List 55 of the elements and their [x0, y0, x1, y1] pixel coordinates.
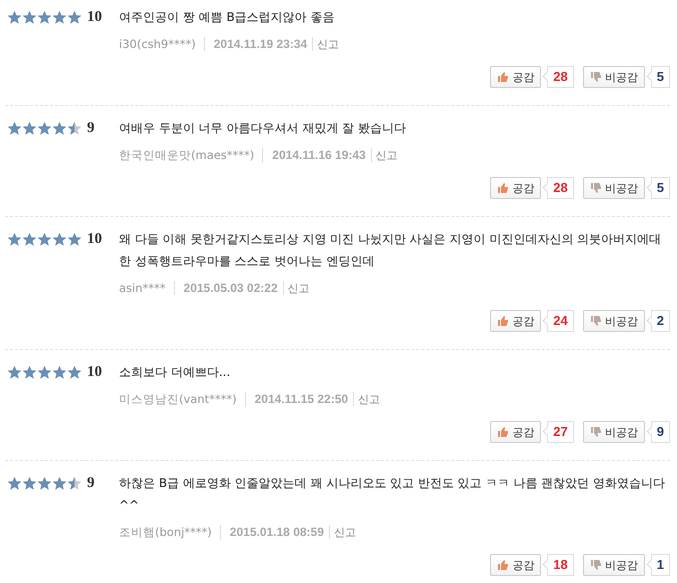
report-link[interactable]: 신고: [284, 280, 310, 296]
like-count: 28: [541, 177, 574, 199]
author-name: 한국인매운맛(maes****): [119, 148, 264, 162]
review-date: 2014.11.15 22:50: [246, 392, 354, 406]
like-button[interactable]: 공감: [490, 66, 542, 88]
thumbs-down-icon: [590, 426, 602, 438]
dislike-button[interactable]: 비공감: [582, 310, 645, 332]
thumbs-up-icon: [497, 426, 510, 438]
thumbs-up-icon: [497, 315, 510, 327]
report-link[interactable]: 신고: [354, 392, 380, 406]
report-link[interactable]: 신고: [313, 36, 340, 52]
like-button[interactable]: 공감: [490, 177, 542, 199]
review-date: 2014.11.16 19:43: [263, 148, 372, 162]
like-count: 18: [541, 554, 574, 576]
dislike-button[interactable]: 비공감: [582, 66, 645, 88]
score: 9: [87, 474, 94, 492]
thumbs-up-icon: [497, 71, 510, 83]
dislike-button[interactable]: 비공감: [582, 177, 645, 199]
thumbs-up-icon: [497, 182, 510, 194]
review-date: 2014.11.19 23:34: [204, 37, 314, 51]
thumbs-down-icon: [590, 182, 602, 194]
dislike-count: 2: [644, 310, 670, 332]
dislike-count: 5: [644, 66, 670, 88]
like-button[interactable]: 공감: [490, 310, 542, 332]
dislike-count: 5: [644, 177, 670, 199]
like-count: 27: [541, 421, 574, 443]
like-button[interactable]: 공감: [490, 421, 542, 443]
thumbs-up-icon: [497, 559, 510, 571]
review-text: 여주인공이 짱 예쁨 B급스럽지않아 좋음: [119, 9, 336, 26]
dislike-count: 9: [644, 421, 670, 443]
like-count: 24: [541, 310, 574, 332]
review-text: 소희보다 더예쁘다...: [119, 364, 232, 381]
score: 10: [87, 230, 102, 248]
author-name: 미스영남진(vant****): [119, 392, 246, 406]
report-link[interactable]: 신고: [330, 524, 356, 540]
author-name: i30(csh9****): [119, 37, 205, 51]
score: 9: [87, 120, 94, 136]
review-text: 하찮은 B급 에로영화 인줄알았는데 꽤 시나리오도 있고 반전도 있고 ㅋㅋ 나름 괜찮았던 영화였습니다^^: [119, 475, 666, 514]
review-text: 왜 다들 이해 못한거같지스토리상 지영 미진 나뉬지만 사실은 지영이 미진인데자신의 의붓아버지에대한 성폭행트라우마를 스스로 벗어나는 엔딩인데: [119, 231, 662, 270]
like-button[interactable]: 공감: [490, 554, 542, 576]
review-text: 여배우 두분이 너무 아름다우셔서 재밌게 잘 봤습니다: [119, 120, 407, 137]
score: 10: [87, 8, 102, 26]
thumbs-down-icon: [590, 315, 602, 327]
dislike-button[interactable]: 비공감: [582, 421, 645, 443]
thumbs-down-icon: [590, 71, 602, 83]
like-count: 28: [541, 66, 574, 88]
author-name: 조비햄(bonj****): [119, 524, 221, 540]
author-name: asin****: [119, 281, 175, 295]
dislike-button[interactable]: 비공감: [582, 554, 645, 576]
score: 10: [87, 364, 102, 380]
review-date: 2015.01.18 08:59: [220, 525, 330, 539]
report-link[interactable]: 신고: [372, 148, 398, 162]
dislike-count: 1: [644, 554, 670, 576]
review-date: 2015.05.03 02:22: [174, 281, 284, 295]
thumbs-down-icon: [590, 559, 602, 571]
